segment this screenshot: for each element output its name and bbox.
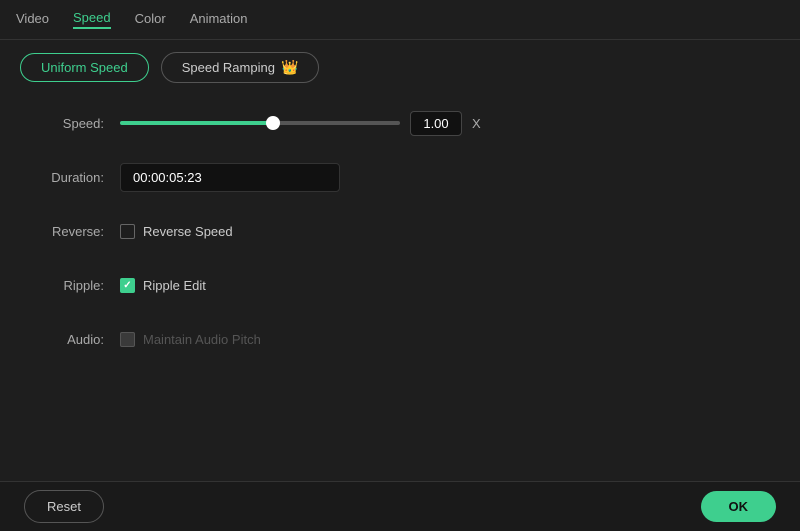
audio-row: Audio: Maintain Audio Pitch <box>40 321 760 357</box>
reverse-checkbox-label: Reverse Speed <box>143 224 233 239</box>
form-content: Speed: X Duration: Reverse: Reverse Spee… <box>0 95 800 385</box>
reverse-row: Reverse: Reverse Speed <box>40 213 760 249</box>
subtab-uniform-speed[interactable]: Uniform Speed <box>20 53 149 82</box>
ripple-label: Ripple: <box>40 278 120 293</box>
reverse-label: Reverse: <box>40 224 120 239</box>
ripple-row: Ripple: Ripple Edit <box>40 267 760 303</box>
tab-animation[interactable]: Animation <box>190 11 248 28</box>
audio-checkbox-label: Maintain Audio Pitch <box>143 332 261 347</box>
tab-color[interactable]: Color <box>135 11 166 28</box>
reverse-checkbox[interactable] <box>120 224 135 239</box>
tab-speed[interactable]: Speed <box>73 10 111 29</box>
audio-checkbox[interactable] <box>120 332 135 347</box>
duration-input[interactable] <box>120 163 340 192</box>
speed-row: Speed: X <box>40 105 760 141</box>
crown-icon: 👑 <box>281 59 298 76</box>
audio-checkbox-row: Maintain Audio Pitch <box>120 332 261 347</box>
speed-ramping-label: Speed Ramping <box>182 60 275 75</box>
audio-label: Audio: <box>40 332 120 347</box>
reverse-checkbox-row: Reverse Speed <box>120 224 233 239</box>
ripple-checkbox-label: Ripple Edit <box>143 278 206 293</box>
duration-row: Duration: <box>40 159 760 195</box>
ripple-checkbox-row: Ripple Edit <box>120 278 206 293</box>
speed-value-input[interactable] <box>410 111 462 136</box>
ripple-checkbox[interactable] <box>120 278 135 293</box>
sub-tabs-container: Uniform Speed Speed Ramping 👑 <box>0 40 800 95</box>
ok-button[interactable]: OK <box>701 491 777 522</box>
speed-slider-container: X <box>120 111 760 136</box>
speed-label: Speed: <box>40 116 120 131</box>
speed-unit-label: X <box>472 116 481 131</box>
reset-button[interactable]: Reset <box>24 490 104 523</box>
tab-video[interactable]: Video <box>16 11 49 28</box>
speed-slider[interactable] <box>120 121 400 125</box>
duration-label: Duration: <box>40 170 120 185</box>
subtab-speed-ramping[interactable]: Speed Ramping 👑 <box>161 52 320 83</box>
top-nav: Video Speed Color Animation <box>0 0 800 40</box>
bottom-bar: Reset OK <box>0 481 800 531</box>
